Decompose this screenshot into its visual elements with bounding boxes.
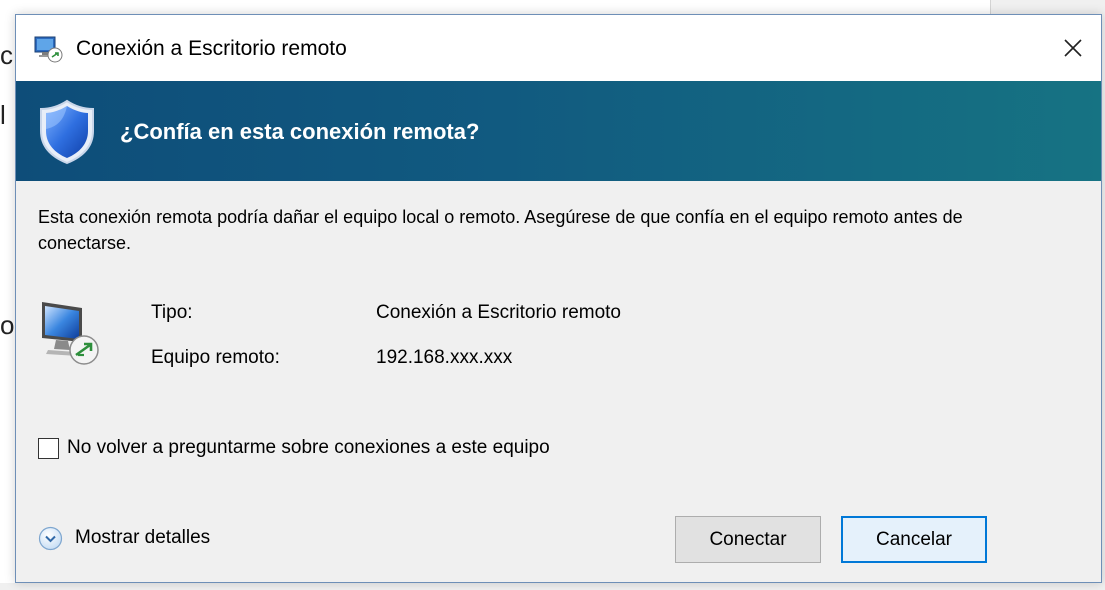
dont-ask-again-label[interactable]: No volver a preguntarme sobre conexiones… — [67, 435, 550, 461]
description-text: Esta conexión remota podría dañar el equ… — [38, 207, 963, 253]
close-button[interactable] — [1045, 15, 1101, 81]
title-bar: Conexión a Escritorio remoto — [16, 15, 1101, 81]
type-label: Tipo: — [151, 302, 193, 323]
dont-ask-again-checkbox[interactable] — [38, 437, 59, 459]
remote-computer-value: 192.168.xxx.xxx — [376, 347, 513, 368]
background-text-fragment: c — [0, 42, 13, 68]
window-title: Conexión a Escritorio remoto — [76, 37, 347, 60]
background-text-fragment: l — [0, 102, 6, 128]
background-window-bottom — [0, 583, 1105, 590]
warning-banner: ¿Confía en esta conexión remota? — [16, 81, 1101, 181]
connect-button[interactable]: Conectar — [675, 516, 821, 563]
remote-computer-label: Equipo remoto: — [151, 347, 280, 368]
rdp-app-icon — [34, 36, 63, 63]
show-details-label[interactable]: Mostrar detalles — [75, 525, 210, 551]
banner-heading: ¿Confía en esta conexión remota? — [120, 119, 480, 144]
background-text-fragment: o — [0, 312, 14, 338]
show-details-toggle[interactable]: Mostrar detalles — [38, 523, 210, 553]
cancel-button[interactable]: Cancelar — [841, 516, 987, 563]
dont-ask-again-option[interactable]: No volver a preguntarme sobre conexiones… — [38, 433, 550, 463]
type-value: Conexión a Escritorio remoto — [376, 302, 621, 323]
close-icon — [1064, 39, 1082, 57]
shield-icon — [40, 99, 94, 165]
chevron-down-icon — [38, 526, 63, 550]
rdp-trust-dialog: Conexión a Escritorio remoto ¿Confía en … — [15, 14, 1102, 583]
remote-computer-icon — [42, 302, 99, 365]
